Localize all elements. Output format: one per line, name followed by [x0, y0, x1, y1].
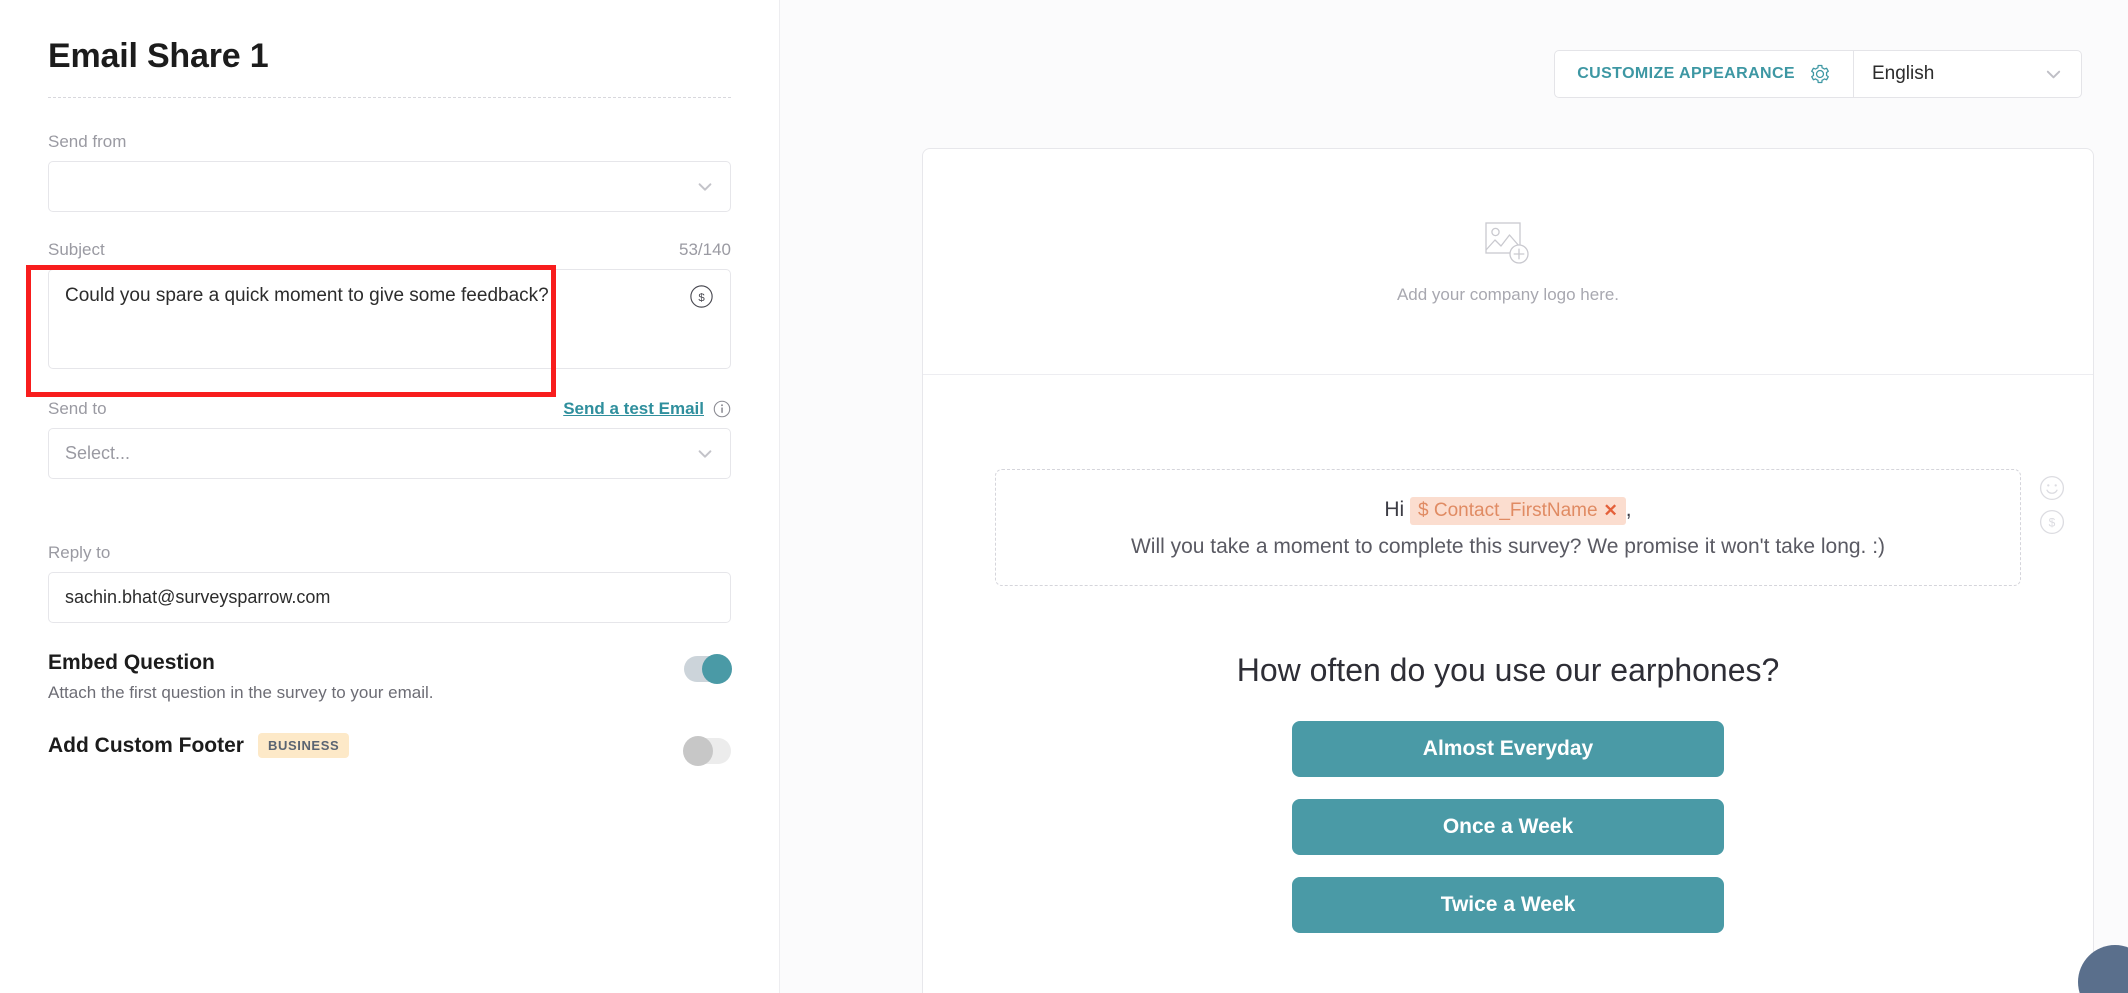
customize-appearance-label: CUSTOMIZE APPEARANCE [1577, 65, 1795, 82]
survey-choices-list: Almost Everyday Once a Week Twice a Week [923, 720, 2093, 933]
merge-tag-contact-firstname[interactable]: $ Contact_FirstName ✕ [1410, 497, 1626, 525]
choice-button[interactable]: Twice a Week [1292, 876, 1724, 933]
email-preview-card: Add your company logo here. Hi $ Contact… [922, 148, 2094, 993]
chevron-down-icon [2046, 70, 2061, 78]
email-share-screen: Email Share 1 Send from Subject 53/140 C… [0, 0, 2128, 993]
send-test-email-wrap: Send a test Email [563, 399, 731, 419]
embed-question-title: Embed Question [48, 651, 215, 675]
send-to-value: Select... [65, 443, 131, 464]
send-from-label: Send from [48, 132, 127, 152]
embed-question-description: Attach the first question in the survey … [48, 683, 434, 703]
language-value: English [1872, 63, 1935, 84]
embed-question-text: Embed Question Attach the first question… [48, 651, 434, 703]
email-preview-panel: CUSTOMIZE APPEARANCE English Add your co… [780, 0, 2128, 993]
choice-button[interactable]: Once a Week [1292, 798, 1724, 855]
toggle-knob [702, 654, 732, 685]
title-divider [48, 97, 731, 99]
subject-char-counter: 53/140 [679, 240, 731, 260]
embed-question-toggle[interactable] [684, 654, 732, 685]
subject-group: Subject 53/140 Could you spare a quick m… [48, 240, 731, 370]
toggle-knob [683, 736, 713, 767]
subject-value: Could you spare a quick moment to give s… [65, 285, 549, 307]
greeting-suffix: , [1625, 498, 1632, 521]
send-from-group: Send from [48, 132, 731, 213]
smiley-icon[interactable] [2039, 475, 2065, 501]
send-test-email-link[interactable]: Send a test Email [563, 399, 704, 419]
logo-upload-zone[interactable]: Add your company logo here. [923, 149, 2093, 375]
page-title: Email Share 1 [48, 37, 269, 75]
subject-label: Subject [48, 240, 105, 260]
custom-footer-row: Add Custom Footer BUSINESS [48, 733, 731, 767]
custom-footer-title-wrap: Add Custom Footer BUSINESS [48, 733, 350, 759]
send-to-group: Send to Send a test Email Select... [48, 399, 731, 480]
chevron-down-icon [698, 450, 712, 458]
chevron-down-icon [698, 183, 712, 191]
merge-tag-label: $ Contact_FirstName [1418, 500, 1598, 521]
reply-to-group: Reply to sachin.bhat@surveysparrow.com [48, 543, 731, 624]
language-select[interactable]: English [1854, 50, 2082, 98]
send-from-select[interactable] [48, 161, 731, 213]
subject-header: Subject 53/140 [48, 240, 731, 269]
reply-to-input[interactable]: sachin.bhat@surveysparrow.com [48, 572, 731, 624]
preview-toolbar: CUSTOMIZE APPEARANCE English [1554, 50, 2082, 98]
dollar-circle-icon[interactable]: $ [689, 284, 714, 309]
greeting-prefix: Hi [1384, 498, 1405, 521]
svg-text:$: $ [2049, 516, 2056, 530]
logo-placeholder-text: Add your company logo here. [1396, 284, 1620, 304]
send-to-label: Send to [48, 399, 107, 419]
reply-to-label: Reply to [48, 543, 111, 563]
choice-button[interactable]: Almost Everyday [1292, 720, 1724, 777]
image-add-icon [1485, 221, 1529, 264]
customize-appearance-button[interactable]: CUSTOMIZE APPEARANCE [1554, 50, 1854, 98]
greeting-side-icons: $ [2039, 475, 2065, 535]
survey-question-title: How often do you use our earphones? [1236, 651, 1780, 688]
send-to-select[interactable]: Select... [48, 428, 731, 480]
business-badge: BUSINESS [257, 733, 350, 759]
dollar-circle-icon[interactable]: $ [2039, 509, 2065, 535]
greeting-line-1: Hi $ Contact_FirstName ✕, [1026, 494, 1990, 526]
custom-footer-toggle[interactable] [683, 736, 731, 767]
gear-icon [1811, 64, 1829, 84]
send-to-header: Send to Send a test Email [48, 399, 731, 428]
subject-input[interactable]: Could you spare a quick moment to give s… [48, 269, 731, 370]
merge-tag-remove-icon[interactable]: ✕ [1604, 501, 1618, 520]
embed-question-row: Embed Question Attach the first question… [48, 651, 732, 703]
custom-footer-title: Add Custom Footer [48, 733, 244, 757]
email-settings-panel: Email Share 1 Send from Subject 53/140 C… [0, 0, 780, 993]
greeting-line-2: Will you take a moment to complete this … [1130, 534, 1886, 558]
greeting-block-wrap: Hi $ Contact_FirstName ✕, Will you take a… [995, 469, 2065, 586]
reply-to-value: sachin.bhat@surveysparrow.com [65, 587, 331, 608]
svg-text:$: $ [698, 292, 705, 304]
greeting-editable-box[interactable]: Hi $ Contact_FirstName ✕, Will you take a… [995, 469, 2021, 586]
info-circle-icon[interactable] [713, 400, 731, 418]
